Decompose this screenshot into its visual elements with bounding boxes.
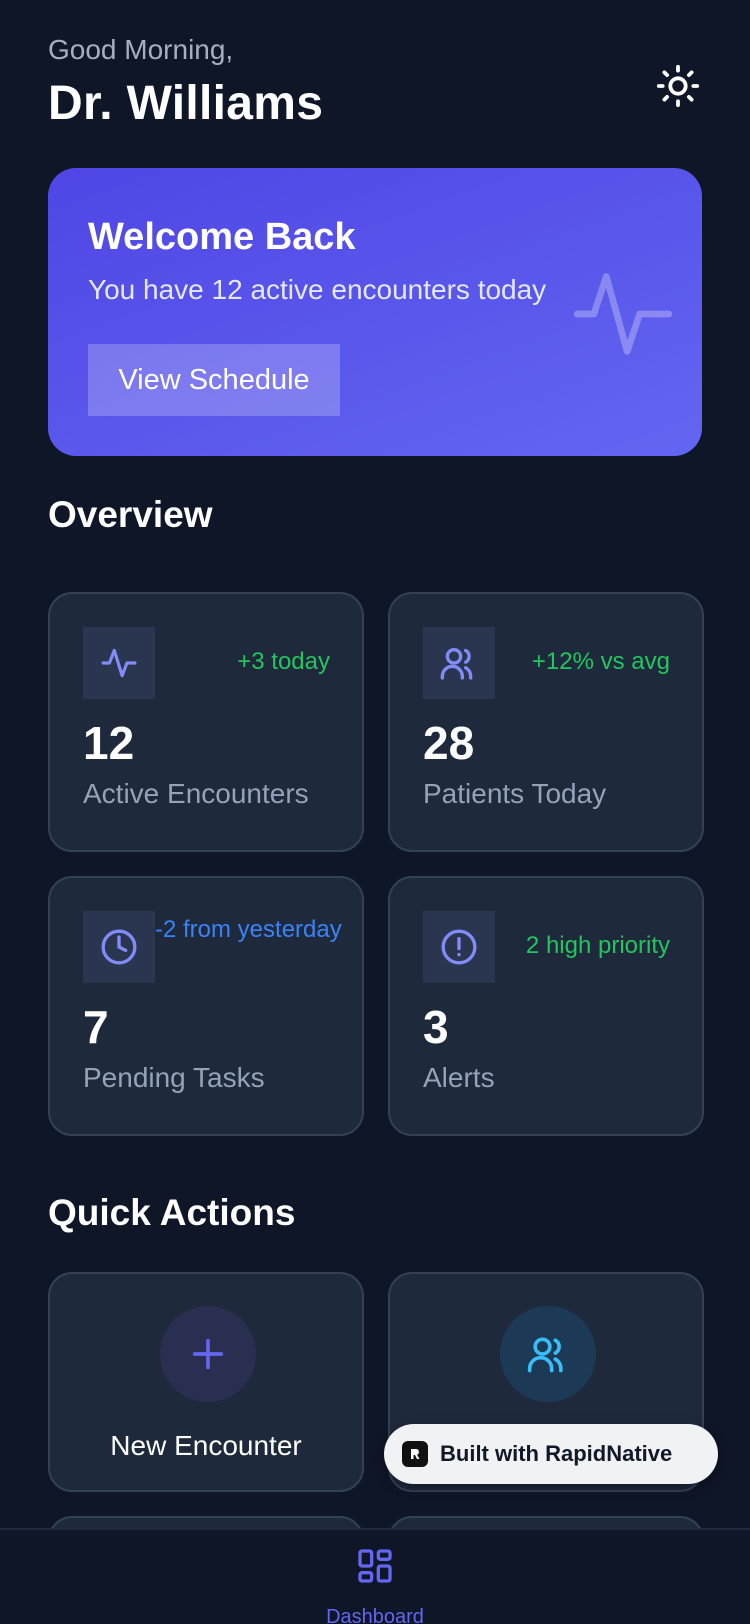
theme-toggle-button[interactable] <box>650 58 706 114</box>
stat-card-alerts[interactable]: 2 high priority 3 Alerts <box>388 876 704 1136</box>
stat-label: Active Encounters <box>83 778 309 809</box>
users-icon <box>440 648 473 680</box>
stat-value: 12 <box>83 717 135 769</box>
stat-value: 3 <box>423 1001 449 1053</box>
stat-trend: +12% vs avg <box>531 648 670 675</box>
view-schedule-button[interactable]: View Schedule <box>88 344 340 416</box>
dashboard-grid-icon <box>358 1549 392 1583</box>
stat-trend: +3 today <box>237 648 330 675</box>
plus-icon <box>192 1338 224 1370</box>
badge-label: Built with RapidNative <box>440 1441 673 1466</box>
users-icon <box>527 1337 563 1373</box>
quick-actions-title: Quick Actions <box>48 1192 296 1233</box>
doctor-name: Dr. Williams <box>48 77 324 130</box>
stat-label: Patients Today <box>423 778 607 809</box>
nav-item-dashboard[interactable]: Dashboard <box>310 1546 440 1624</box>
built-with-badge[interactable]: Built with RapidNative <box>384 1424 718 1484</box>
activity-icon <box>101 648 137 678</box>
stat-icon-box <box>423 627 495 699</box>
nav-label: Dashboard <box>326 1606 424 1624</box>
stat-label: Pending Tasks <box>83 1062 265 1093</box>
stat-icon-box <box>83 627 155 699</box>
dashboard-screen: Good Morning, Dr. Williams Welcome Back … <box>0 0 750 1624</box>
stat-trend: 2 high priority <box>525 932 670 959</box>
stat-card-active-encounters[interactable]: +3 today 12 Active Encounters <box>48 592 364 852</box>
action-icon-circle <box>160 1306 256 1402</box>
pulse-icon <box>573 273 673 355</box>
stat-value: 28 <box>423 717 475 769</box>
clock-icon <box>101 929 137 965</box>
bottom-nav: Dashboard <box>0 1528 750 1624</box>
rapidnative-logo-icon <box>402 1441 428 1467</box>
sun-icon <box>656 64 700 108</box>
welcome-title: Welcome Back <box>88 216 356 258</box>
stat-card-pending-tasks[interactable]: -2 from yesterday 7 Pending Tasks <box>48 876 364 1136</box>
alert-circle-icon <box>441 929 477 965</box>
overview-title: Overview <box>48 494 213 535</box>
welcome-subtitle: You have 12 active encounters today <box>88 274 547 305</box>
action-icon-circle <box>500 1306 596 1402</box>
stat-trend: -2 from yesterday <box>155 916 342 943</box>
stat-icon-box <box>83 911 155 983</box>
stat-icon-box <box>423 911 495 983</box>
new-encounter-action[interactable]: New Encounter <box>48 1272 364 1492</box>
welcome-card: Welcome Back You have 12 active encounte… <box>48 168 702 456</box>
stat-card-patients-today[interactable]: +12% vs avg 28 Patients Today <box>388 592 704 852</box>
action-label: New Encounter <box>110 1430 302 1461</box>
stat-label: Alerts <box>423 1062 495 1093</box>
stat-value: 7 <box>83 1001 109 1053</box>
greeting-text: Good Morning, <box>48 34 234 65</box>
